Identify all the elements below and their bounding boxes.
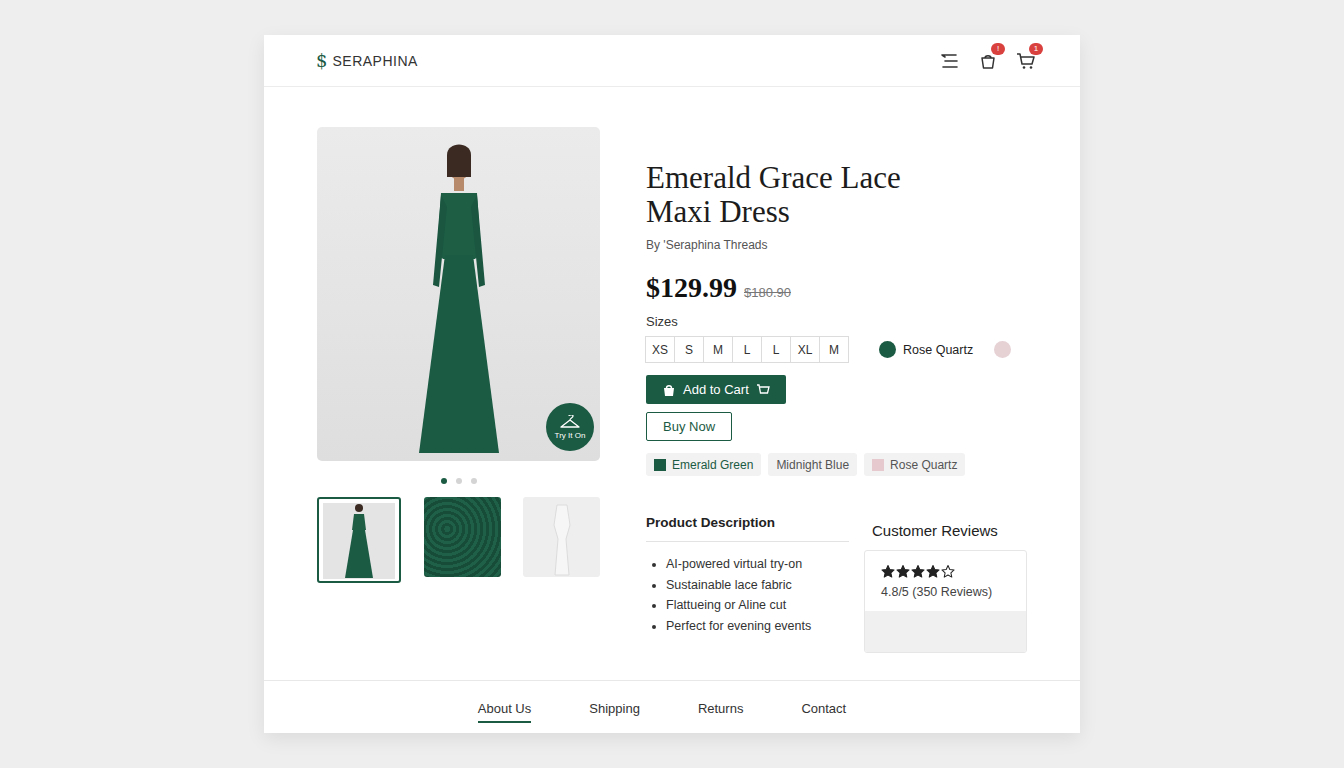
mannequin-icon <box>547 499 577 577</box>
footer: About Us Shipping Returns Contact <box>264 680 1080 733</box>
price-row: $129.99 $180.90 <box>646 272 1040 304</box>
review-card-footer <box>865 611 1026 652</box>
footer-link[interactable]: Returns <box>698 697 744 723</box>
star-icon <box>941 565 955 578</box>
product-description: Product Description AI-powered virtual t… <box>646 515 849 653</box>
page: $ SERAPHINA ! 1 Try It On Emerald Grace … <box>0 0 1344 768</box>
cart-button[interactable]: 1 <box>1016 51 1036 71</box>
review-summary: 4.8/5 (350 Reviews) <box>865 551 1026 611</box>
header: $ SERAPHINA ! 1 <box>264 35 1080 87</box>
carousel-dot[interactable] <box>441 478 447 484</box>
carousel-dot[interactable] <box>456 478 462 484</box>
product-area: Try It On Emerald Grace Lace Maxi Dress … <box>264 87 1080 680</box>
thumbnail[interactable] <box>523 497 600 577</box>
logo-name: SERAPHINA <box>332 53 417 69</box>
gallery: Try It On <box>317 127 600 680</box>
color-chip[interactable]: Midnight Blue <box>768 453 857 476</box>
carousel-dots <box>317 478 600 484</box>
product-photo: Try It On <box>317 127 600 461</box>
footer-link[interactable]: Contact <box>801 697 846 723</box>
try-on-button[interactable]: Try It On <box>546 403 594 451</box>
sizes-label: Sizes <box>646 314 1040 329</box>
chip-label: Rose Quartz <box>890 458 957 472</box>
reviews-title: Customer Reviews <box>864 522 1027 550</box>
color-chip[interactable]: Emerald Green <box>646 453 761 476</box>
color-chip[interactable]: Rose Quartz <box>864 453 965 476</box>
size-option[interactable]: M <box>819 336 849 363</box>
logo[interactable]: $ SERAPHINA <box>316 50 418 71</box>
size-option[interactable]: XL <box>790 336 820 363</box>
dress-photo-icon <box>399 137 519 457</box>
details: Product Description AI-powered virtual t… <box>646 515 1040 653</box>
description-title: Product Description <box>646 515 849 542</box>
product-title: Emerald Grace Lace Maxi Dress <box>646 161 946 229</box>
add-to-cart-button[interactable]: Add to Cart <box>646 375 786 404</box>
store-window: $ SERAPHINA ! 1 Try It On Emerald Grace … <box>264 35 1080 733</box>
footer-link[interactable]: About Us <box>478 697 531 723</box>
header-icons: ! 1 <box>940 51 1036 71</box>
star-rating <box>881 565 1010 578</box>
description-item: Perfect for evening events <box>666 616 849 637</box>
thumbnail[interactable] <box>424 497 501 577</box>
chip-label: Emerald Green <box>672 458 753 472</box>
color-chips: Emerald Green Midnight Blue Rose Quartz <box>646 453 1040 476</box>
bag-icon <box>662 383 676 397</box>
buy-now-button[interactable]: Buy Now <box>646 412 732 441</box>
description-item: Flattueing or Aline cut <box>666 595 849 616</box>
cart-icon <box>756 383 770 396</box>
color-picker-label: Rose Quartz <box>903 343 973 357</box>
bag-badge: ! <box>991 43 1005 55</box>
dress-thumbnail-icon <box>339 501 379 579</box>
chip-swatch <box>654 459 666 471</box>
description-item: Sustainable lace fabric <box>666 575 849 596</box>
rating-text: 4.8/5 (350 Reviews) <box>881 585 1010 599</box>
chip-swatch <box>872 459 884 471</box>
star-icon <box>881 565 895 578</box>
product-info: Emerald Grace Lace Maxi Dress By 'Seraph… <box>646 127 1040 680</box>
description-item: AI-powered virtual try-on <box>666 554 849 575</box>
color-swatch[interactable] <box>879 341 896 358</box>
add-to-cart-label: Add to Cart <box>683 382 749 397</box>
size-line: XSSMLLXLM Rose Quartz <box>646 336 1040 363</box>
customer-reviews: Customer Reviews 4.8/5 (350 Reviews) <box>864 515 1027 653</box>
cart-badge: 1 <box>1029 43 1043 55</box>
size-option[interactable]: S <box>674 336 704 363</box>
size-option[interactable]: L <box>732 336 762 363</box>
old-price: $180.90 <box>744 285 791 300</box>
menu-icon[interactable] <box>940 52 960 70</box>
review-card[interactable]: 4.8/5 (350 Reviews) <box>864 550 1027 653</box>
size-options: XSSMLLXLM <box>646 336 849 363</box>
thumbnail[interactable] <box>317 497 401 583</box>
size-option[interactable]: L <box>761 336 791 363</box>
size-option[interactable]: XS <box>645 336 675 363</box>
carousel-dot[interactable] <box>471 478 477 484</box>
footer-link[interactable]: Shipping <box>589 697 640 723</box>
logo-mark: $ <box>316 50 327 71</box>
chip-label: Midnight Blue <box>776 458 849 472</box>
star-icon <box>926 565 940 578</box>
try-on-label: Try It On <box>555 431 586 440</box>
description-list: AI-powered virtual try-onSustainable lac… <box>646 554 849 636</box>
star-icon <box>896 565 910 578</box>
color-swatch[interactable] <box>994 341 1011 358</box>
star-icon <box>911 565 925 578</box>
color-picker: Rose Quartz <box>879 341 1011 358</box>
size-option[interactable]: M <box>703 336 733 363</box>
product-byline: By 'Seraphina Threads <box>646 238 1040 252</box>
thumbnails <box>317 497 600 583</box>
price: $129.99 <box>646 272 737 304</box>
hanger-icon <box>559 415 581 429</box>
wishlist-button[interactable]: ! <box>978 51 998 71</box>
